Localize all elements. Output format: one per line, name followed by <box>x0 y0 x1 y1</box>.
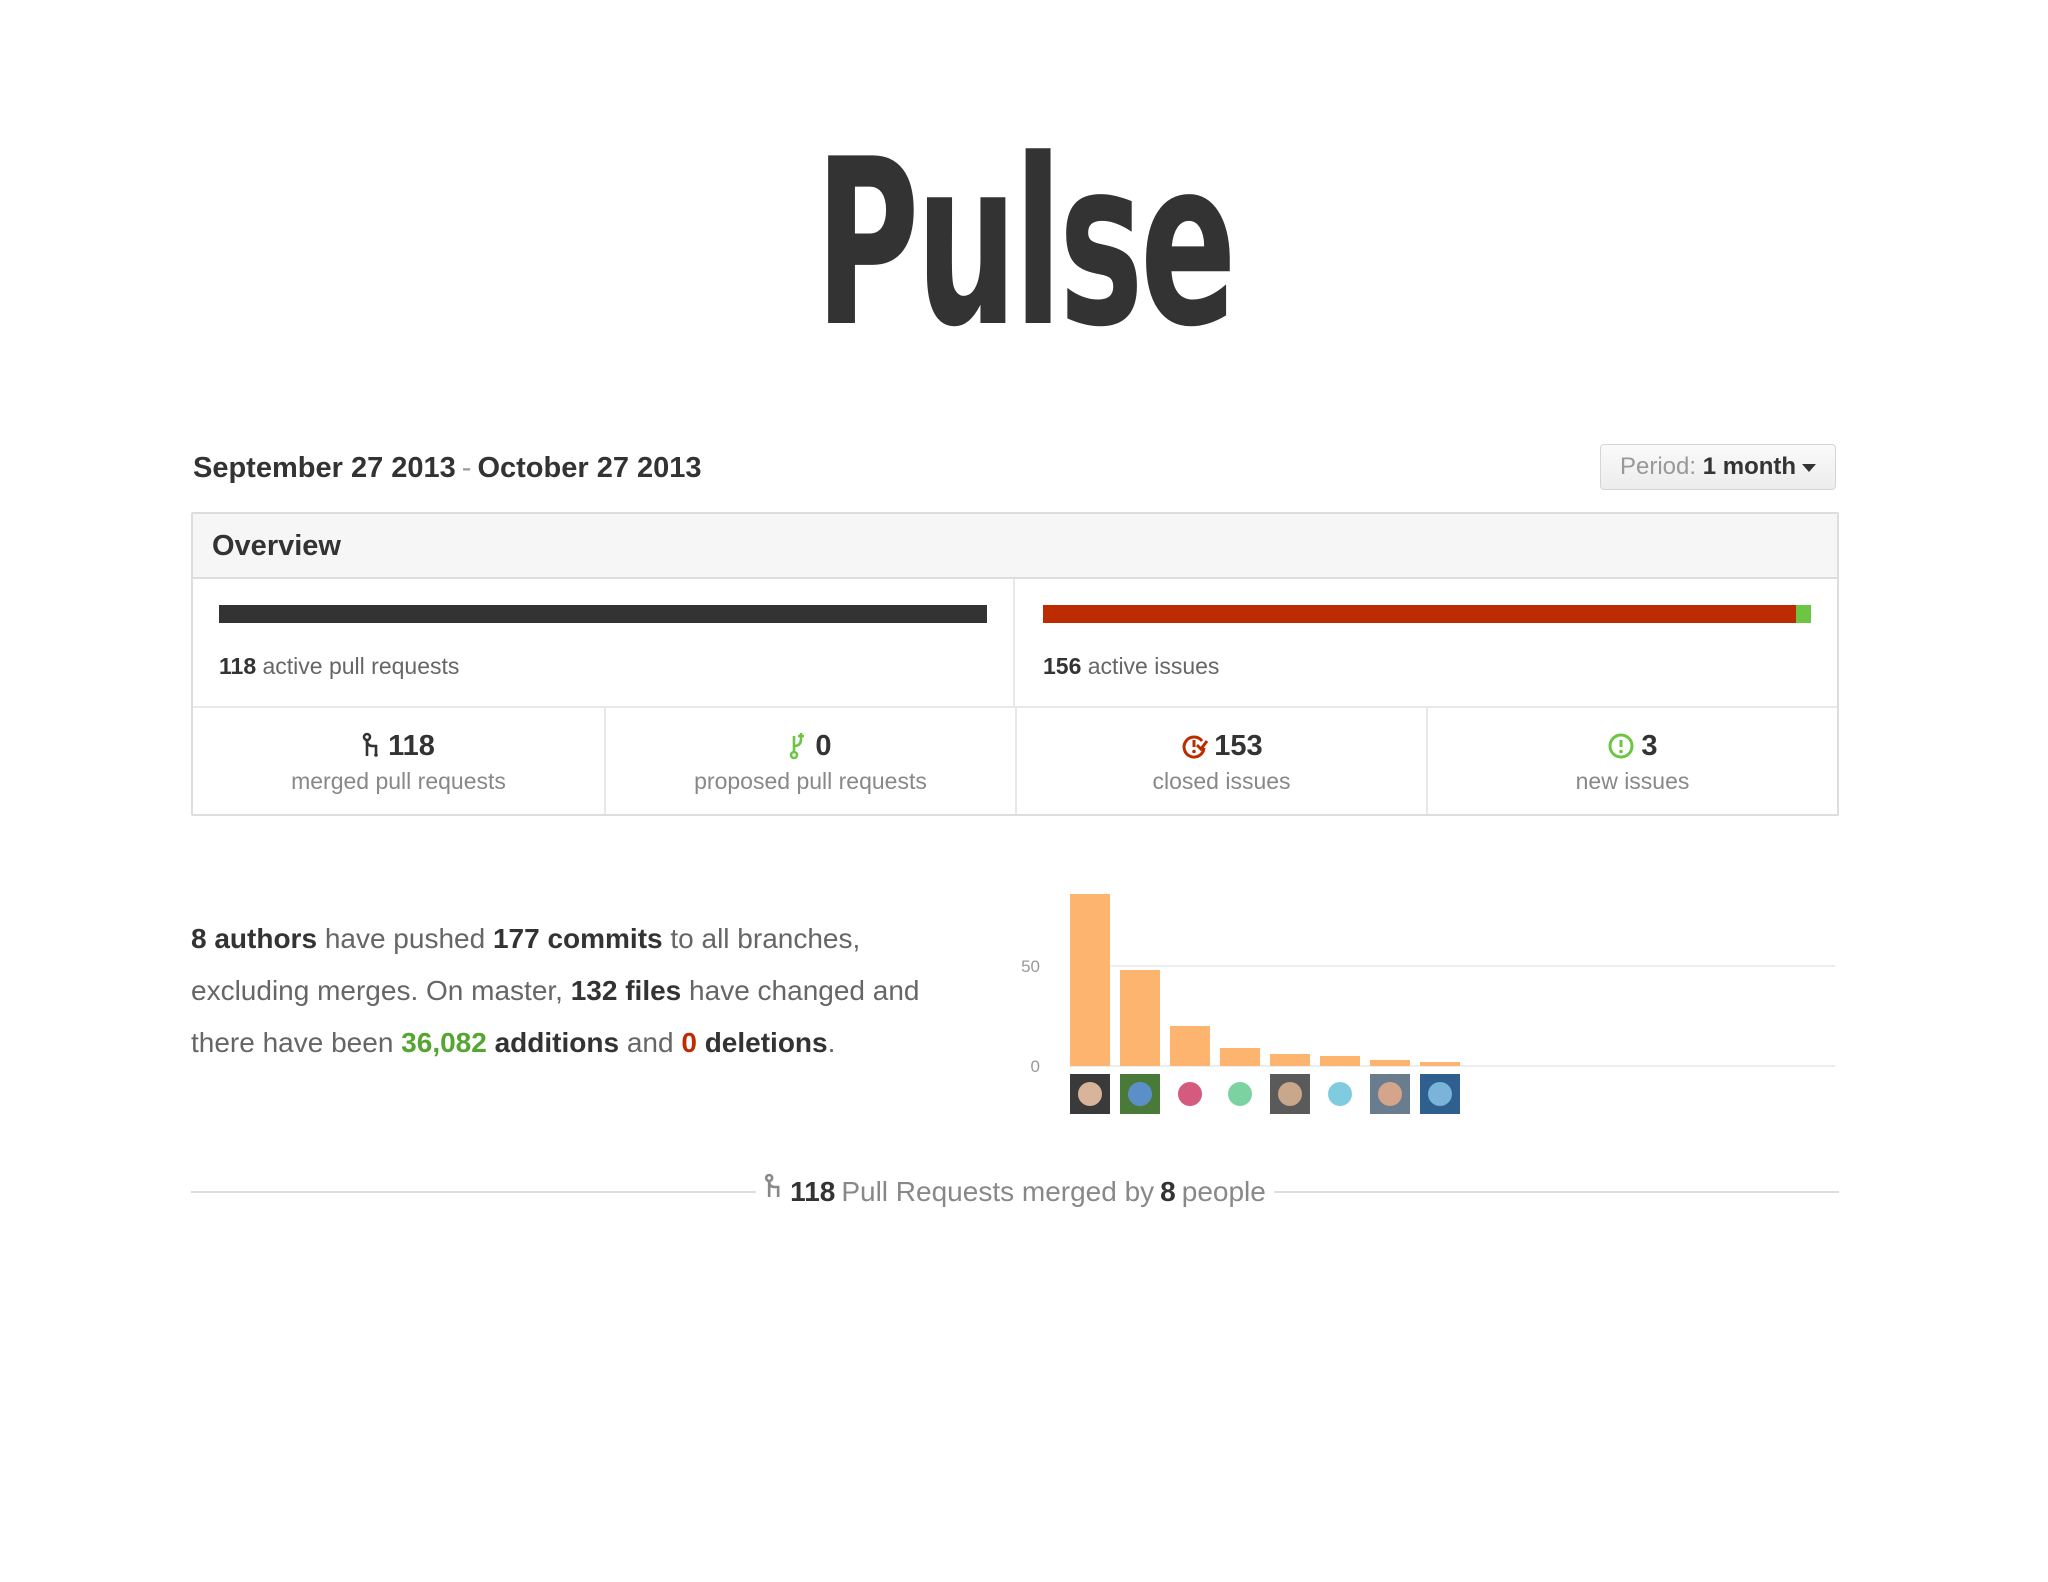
chart-bar <box>1170 1026 1210 1066</box>
author-avatar[interactable] <box>1070 1074 1110 1114</box>
chart-bar <box>1420 1062 1460 1066</box>
date-separator: - <box>461 452 472 484</box>
issues-summary-text: 156 active issues <box>1043 653 1219 680</box>
merged-pull-requests-footer: 118 Pull Requests merged by 8 people <box>191 1172 1839 1212</box>
overview-summary: 118 active pull requests 156 active issu… <box>193 579 1837 708</box>
stat-label: merged pull requests <box>291 768 506 794</box>
git-merge-icon <box>362 732 382 760</box>
author-avatar[interactable] <box>1220 1074 1260 1114</box>
commits-text-1: have pushed <box>324 923 486 954</box>
active-pull-requests-label: active pull requests <box>262 653 460 679</box>
pull-requests-bar <box>219 605 987 623</box>
merged-count: 118 <box>790 1176 836 1207</box>
y-tick-label: 0 <box>1031 1057 1040 1076</box>
issues-bar <box>1043 605 1811 623</box>
deletions-count: 0 <box>681 1027 697 1058</box>
pull-requests-summary[interactable]: 118 active pull requests <box>193 579 1015 706</box>
author-avatar[interactable] <box>1420 1074 1460 1114</box>
stat-value: 153 <box>1214 729 1263 762</box>
period-value: 1 month <box>1702 453 1797 480</box>
chart-bar <box>1220 1048 1260 1066</box>
author-avatar[interactable] <box>1270 1074 1310 1114</box>
author-avatar[interactable] <box>1370 1074 1410 1114</box>
active-issues-count: 156 <box>1043 653 1082 679</box>
stat-proposed-pull-requests[interactable]: 0 proposed pull requests <box>604 708 1015 814</box>
stat-new-issues[interactable]: 3 new issues <box>1426 708 1837 814</box>
chart-bar <box>1320 1056 1360 1066</box>
stat-closed-issues[interactable]: 153 closed issues <box>1015 708 1426 814</box>
merged-text-2: people <box>1181 1176 1266 1207</box>
date-end: October 27 2013 <box>477 452 702 484</box>
stat-merged-pull-requests[interactable]: 118 merged pull requests <box>193 708 604 814</box>
files-count: 132 files <box>570 975 682 1006</box>
stat-label: closed issues <box>1152 768 1291 794</box>
issue-closed-icon <box>1180 732 1209 760</box>
commits-text-5: . <box>827 1027 836 1058</box>
chart-bar <box>1070 894 1110 1066</box>
active-pull-requests-count: 118 <box>219 653 257 679</box>
commits-by-author-chart: 0 50 <box>1021 894 1835 1114</box>
chart-bar <box>1370 1060 1410 1066</box>
date-start: September 27 2013 <box>193 452 456 484</box>
author-avatar[interactable] <box>1120 1074 1160 1114</box>
bar-segment <box>219 605 987 623</box>
commits-text-4: and <box>626 1027 674 1058</box>
bar-segment <box>1043 605 1797 623</box>
stat-value: 118 <box>388 729 435 762</box>
commits-count: 177 commits <box>492 923 663 954</box>
author-avatar[interactable] <box>1170 1074 1210 1114</box>
git-pull-request-icon <box>789 732 809 760</box>
stat-value: 0 <box>815 729 832 762</box>
stat-label: new issues <box>1575 768 1690 794</box>
additions-word: additions <box>494 1027 620 1058</box>
bar-segment <box>1796 605 1811 623</box>
issues-summary[interactable]: 156 active issues <box>1015 579 1837 706</box>
period-label: Period: <box>1620 453 1697 480</box>
merged-people-count: 8 <box>1160 1176 1176 1207</box>
y-tick-label: 50 <box>1021 957 1040 976</box>
overview-stats: 118 merged pull requests 0 proposed pull… <box>193 708 1837 814</box>
merged-caption: 118 Pull Requests merged by 8 people <box>756 1172 1274 1212</box>
author-avatar[interactable] <box>1320 1074 1360 1114</box>
overview-title: Overview <box>193 514 1837 579</box>
additions-count: 36,082 <box>401 1027 487 1058</box>
chart-bar <box>1120 970 1160 1066</box>
period-dropdown[interactable]: Period: 1 month <box>1600 444 1836 490</box>
issue-opened-icon <box>1607 732 1635 760</box>
slide-title: Pulse <box>815 111 1237 378</box>
stat-value: 3 <box>1641 729 1658 762</box>
commits-summary: 8 authors have pushed 177 commits to all… <box>191 913 951 1069</box>
stat-label: proposed pull requests <box>694 768 927 794</box>
overview-panel: Overview 118 active pull requests 156 ac… <box>191 512 1839 816</box>
chart-bar <box>1270 1054 1310 1066</box>
merged-text-1: Pull Requests merged by <box>841 1176 1155 1207</box>
pull-requests-summary-text: 118 active pull requests <box>219 653 459 680</box>
deletions-word: deletions <box>704 1027 828 1058</box>
authors-count[interactable]: 8 authors <box>191 923 317 954</box>
active-issues-label: active issues <box>1087 653 1220 679</box>
git-merge-icon <box>764 1172 784 1212</box>
caret-down-icon <box>1802 464 1816 472</box>
date-range: September 27 2013- October 27 2013 <box>193 452 702 485</box>
